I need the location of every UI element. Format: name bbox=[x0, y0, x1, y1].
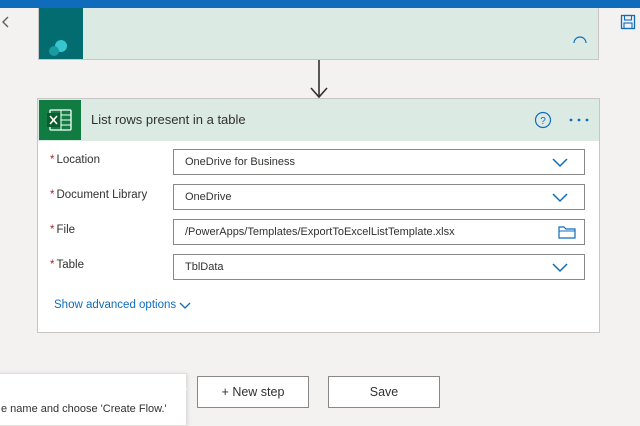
file-label: * File bbox=[50, 224, 75, 236]
step-title: List rows present in a table bbox=[91, 112, 246, 127]
advanced-options-text: Show advanced options bbox=[54, 299, 177, 311]
tooltip-text: e name and choose 'Create Flow.' bbox=[1, 403, 167, 415]
save-button[interactable]: Save bbox=[328, 376, 440, 408]
step-header[interactable]: List rows present in a table ? bbox=[38, 99, 599, 141]
save-icon[interactable] bbox=[620, 14, 636, 30]
location-label: * Location bbox=[50, 154, 100, 166]
chevron-down-icon bbox=[179, 302, 191, 309]
table-dropdown[interactable]: TblData bbox=[173, 254, 585, 280]
required-mark: * bbox=[50, 224, 55, 236]
required-mark: * bbox=[50, 154, 55, 166]
help-icon[interactable]: ? bbox=[534, 111, 552, 129]
document-library-value: OneDrive bbox=[185, 191, 232, 203]
location-label-text: Location bbox=[56, 154, 100, 166]
svg-text:?: ? bbox=[540, 116, 546, 127]
sharepoint-icon bbox=[39, 8, 83, 59]
show-advanced-options-link[interactable]: Show advanced options bbox=[54, 299, 191, 311]
document-library-label: * Document Library bbox=[50, 189, 147, 201]
top-accent-bar bbox=[0, 0, 640, 8]
list-rows-step-card: List rows present in a table ? * Location… bbox=[37, 98, 600, 333]
file-input[interactable]: /PowerApps/Templates/ExportToExcelListTe… bbox=[173, 219, 585, 245]
required-mark: * bbox=[50, 259, 55, 271]
chevron-down-icon[interactable] bbox=[552, 191, 568, 203]
more-options-icon[interactable] bbox=[566, 111, 592, 129]
file-value: /PowerApps/Templates/ExportToExcelListTe… bbox=[185, 226, 455, 238]
tooltip: e name and choose 'Create Flow.' bbox=[0, 373, 187, 426]
folder-icon[interactable] bbox=[558, 225, 576, 239]
excel-icon bbox=[39, 100, 81, 140]
document-library-label-text: Document Library bbox=[56, 189, 148, 201]
chevron-left-icon[interactable] bbox=[0, 15, 10, 29]
previous-step-card[interactable] bbox=[38, 8, 599, 60]
connector-arrow-icon bbox=[310, 60, 328, 99]
document-library-dropdown[interactable]: OneDrive bbox=[173, 184, 585, 210]
required-mark: * bbox=[50, 189, 55, 201]
file-label-text: File bbox=[56, 224, 76, 236]
help-icon[interactable] bbox=[573, 36, 587, 50]
chevron-down-icon[interactable] bbox=[552, 156, 568, 168]
new-step-button[interactable]: + New step bbox=[197, 376, 309, 408]
table-label-text: Table bbox=[56, 259, 84, 271]
table-label: * Table bbox=[50, 259, 84, 271]
tooltip-notch bbox=[180, 382, 187, 396]
location-value: OneDrive for Business bbox=[185, 156, 296, 168]
chevron-down-icon[interactable] bbox=[552, 261, 568, 273]
location-dropdown[interactable]: OneDrive for Business bbox=[173, 149, 585, 175]
table-value: TblData bbox=[185, 261, 224, 273]
